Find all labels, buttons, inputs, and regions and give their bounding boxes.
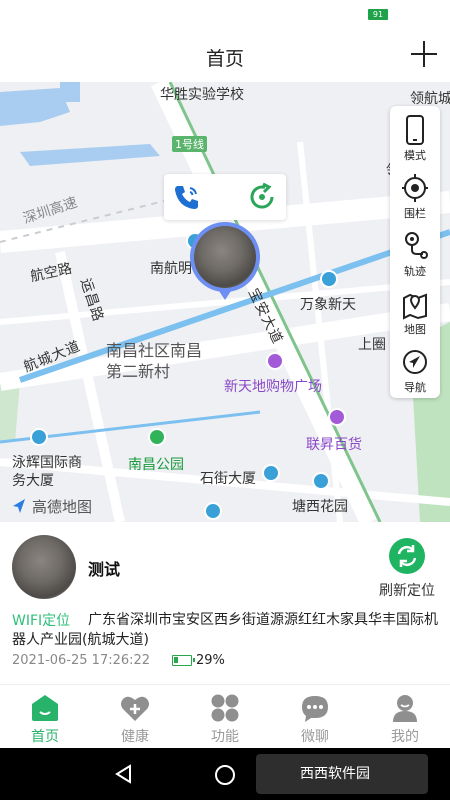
poi-icon: [312, 472, 330, 490]
add-button[interactable]: [408, 38, 440, 70]
fence-target-icon: [402, 174, 428, 202]
home-circle-icon[interactable]: [214, 764, 236, 786]
poi-icon: [30, 428, 48, 446]
nav-health[interactable]: 健康: [90, 685, 180, 749]
map-provider-logo: 高德地图: [32, 498, 93, 516]
nav-profile[interactable]: 我的: [360, 685, 450, 749]
tool-label: 轨迹: [404, 265, 426, 278]
poi-icon: [262, 464, 280, 482]
tool-label: 导航: [404, 381, 426, 394]
refresh-location-button[interactable]: 刷新定位: [374, 538, 440, 599]
map-label-yonghui: 泳辉国际商务大厦: [12, 455, 82, 489]
map-label-xintiandi: 新天地购物广场: [224, 379, 322, 395]
map-view[interactable]: 华胜实验学校 领航城 1号线 领 深圳高速 南航明 航空路 运昌路 航城大道 宝…: [0, 82, 450, 522]
phone-mode-icon: [406, 115, 424, 145]
poi-shopping-icon: [266, 352, 284, 370]
map-label-tangxi: 塘西花园: [292, 499, 348, 515]
status-battery-badge: 91: [368, 9, 388, 20]
poi-park-icon: [148, 428, 166, 446]
map-label-school: 华胜实验学校: [160, 87, 244, 103]
map-label-shijie: 石街大厦: [200, 471, 256, 487]
chat-bubble-icon: [302, 696, 328, 722]
map-label-shangwu: 上圈: [358, 337, 386, 353]
tool-map[interactable]: 地图: [390, 282, 440, 340]
bottom-nav: 首页 健康 功能 微聊 我的: [0, 684, 450, 748]
address-text: 广东省深圳市宝安区西乡街道源源红红木家具华丰国际机器人产业园(航城大道): [12, 612, 438, 648]
device-action-card: [164, 174, 286, 220]
call-phone-icon[interactable]: [172, 182, 202, 212]
header: 首页: [0, 30, 450, 82]
tool-fence[interactable]: 围栏: [390, 166, 440, 224]
tool-label: 模式: [404, 149, 426, 162]
nav-label: 我的: [391, 729, 419, 745]
gaode-logo-icon: [13, 499, 25, 513]
map-label-lianfu: 联昇百货: [306, 437, 362, 453]
back-icon[interactable]: [114, 764, 134, 784]
map-pin-icon: [403, 293, 427, 320]
poi-shopping-icon: [328, 408, 346, 426]
map-label-metro: 1号线: [172, 136, 207, 152]
nav-label: 首页: [31, 729, 59, 745]
poi-icon: [320, 270, 338, 288]
track-route-icon: [405, 232, 428, 259]
poi-icon: [204, 502, 222, 520]
map-label-nanhang: 南航明: [150, 261, 192, 277]
tool-mode[interactable]: 模式: [390, 108, 440, 166]
functions-grid-icon: [211, 694, 239, 722]
device-avatar-photo: [194, 226, 256, 288]
device-info-panel: 测试 刷新定位 WIFI定位 广东省深圳市宝安区西乡街道源源红红木家具华丰国际机…: [0, 522, 450, 684]
system-navigation-bar: 西西软件园: [0, 748, 450, 800]
health-heart-icon: [121, 696, 149, 721]
nav-home[interactable]: 首页: [0, 685, 90, 749]
profile-icon: [393, 695, 417, 722]
nav-label: 功能: [211, 729, 239, 745]
map-label-top-right: 领航城: [410, 91, 450, 107]
map-label-nanchang-park: 南昌公园: [128, 457, 184, 473]
location-timestamp: 2021-06-25 17:26:22: [12, 653, 151, 668]
battery-percentage: 29%: [196, 653, 225, 668]
tool-label: 地图: [404, 323, 426, 336]
nav-functions[interactable]: 功能: [180, 685, 270, 749]
refresh-location-label: 刷新定位: [379, 583, 435, 599]
home-icon: [32, 695, 58, 721]
map-label-wanxiang: 万象新天: [300, 297, 356, 313]
nav-label: 健康: [121, 729, 149, 745]
nav-chat[interactable]: 微聊: [270, 685, 360, 749]
page-title: 首页: [205, 48, 244, 70]
device-location-marker[interactable]: [188, 220, 262, 304]
battery-fill: [174, 657, 178, 663]
tool-track[interactable]: 轨迹: [390, 224, 440, 282]
device-name: 测试: [88, 560, 121, 579]
map-label-nanchang-community: 南昌社区南昌第二新村: [106, 341, 203, 381]
watermark: 西西软件园: [256, 754, 428, 794]
nav-label: 微聊: [301, 729, 329, 745]
map-toolbar: 模式 围栏 轨迹 地图 导航: [390, 106, 440, 398]
tool-label: 围栏: [404, 207, 426, 220]
refresh-location-icon[interactable]: [246, 181, 278, 213]
navigation-arrow-icon: [403, 350, 427, 374]
tool-navigate[interactable]: 导航: [390, 340, 440, 398]
battery-icon: [172, 655, 195, 666]
avatar[interactable]: [12, 535, 76, 599]
status-bar: 91: [0, 0, 450, 30]
refresh-icon: [389, 538, 425, 574]
